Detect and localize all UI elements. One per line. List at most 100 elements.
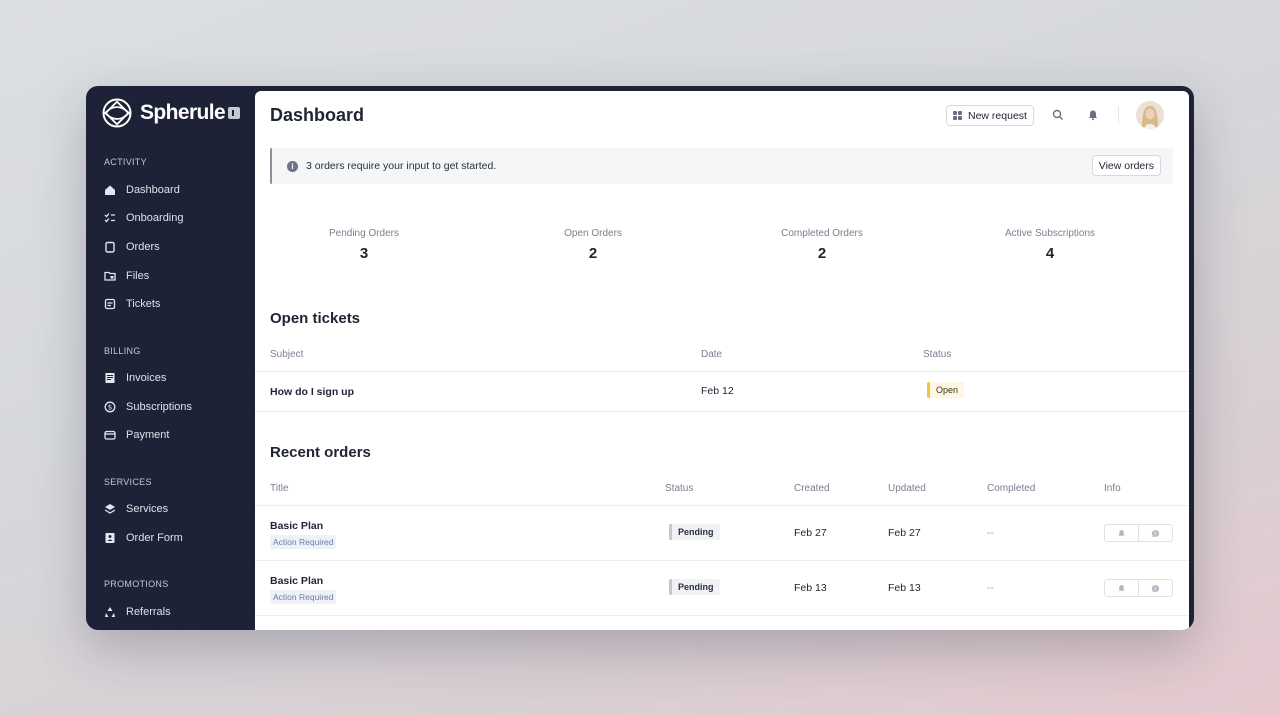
sidebar-section-promotions: PROMOTIONS	[104, 579, 169, 589]
sidebar-item-label: Dashboard	[126, 184, 180, 196]
stat-label: Pending Orders	[328, 228, 400, 239]
grid-icon	[953, 111, 962, 120]
layers-icon	[104, 503, 116, 515]
avatar[interactable]	[1136, 101, 1164, 129]
sidebar-item-label: Order Form	[126, 532, 183, 544]
sidebar-item-label: Payment	[126, 429, 170, 441]
row-divider	[255, 411, 1189, 412]
app-window: Spherule ACTIVITY Dashboard Onboarding O…	[86, 86, 1194, 630]
view-orders-button[interactable]: View orders	[1091, 155, 1161, 176]
recent-orders-title: Recent orders	[270, 444, 371, 461]
new-request-label: New request	[968, 109, 1027, 122]
row-divider	[255, 505, 1189, 506]
order-updated: Feb 13	[888, 582, 921, 594]
sidebar-section-activity: ACTIVITY	[104, 157, 147, 167]
order-completed: --	[987, 582, 994, 594]
stat-pending-orders: Pending Orders 3	[264, 228, 464, 262]
invoice-icon	[104, 372, 116, 384]
info-actions	[1104, 524, 1173, 542]
sidebar-item-subscriptions[interactable]: $ Subscriptions	[104, 397, 192, 417]
status-badge: Pending	[669, 579, 720, 595]
header-divider	[1118, 106, 1119, 123]
action-required-tag: Action Required	[270, 590, 337, 604]
svg-text:$: $	[108, 404, 112, 412]
column-header-completed: Completed	[987, 483, 1036, 494]
action-required-tag: Action Required	[270, 535, 337, 549]
main-content: Dashboard New request i 3 orders require…	[255, 91, 1189, 630]
message-icon[interactable]	[1138, 525, 1172, 541]
order-title[interactable]: Basic Plan	[270, 575, 323, 587]
home-icon	[104, 184, 116, 196]
sidebar-item-onboarding[interactable]: Onboarding	[104, 208, 184, 228]
collapse-sidebar-icon[interactable]	[228, 107, 240, 119]
column-header-status: Status	[923, 349, 952, 360]
sidebar-item-orders[interactable]: Orders	[104, 237, 160, 257]
recycle-icon	[104, 606, 116, 618]
order-completed: --	[987, 527, 994, 539]
order-form-icon	[104, 532, 116, 544]
stat-value: 2	[817, 245, 827, 262]
clipboard-icon	[104, 241, 116, 253]
order-created: Feb 27	[794, 527, 827, 539]
sidebar-item-label: Subscriptions	[126, 401, 193, 413]
sidebar-section-services: SERVICES	[104, 477, 152, 487]
message-icon[interactable]	[1138, 580, 1172, 596]
column-header-status: Status	[665, 483, 694, 494]
notice-banner: i 3 orders require your input to get sta…	[270, 148, 1173, 184]
sidebar-item-label: Onboarding	[126, 212, 184, 224]
brand[interactable]: Spherule	[102, 98, 226, 128]
sidebar-item-label: Orders	[126, 241, 160, 253]
stat-label: Open Orders	[564, 228, 622, 239]
ticket-icon	[104, 298, 116, 310]
bell-icon[interactable]	[1086, 108, 1100, 122]
sidebar-item-referrals[interactable]: Referrals	[104, 602, 171, 622]
search-icon[interactable]	[1051, 108, 1065, 122]
row-divider	[255, 615, 1189, 616]
sidebar-item-tickets[interactable]: Tickets	[104, 294, 160, 314]
subscription-icon: $	[104, 401, 116, 413]
stat-value: 4	[1045, 245, 1055, 262]
info-icon: i	[287, 160, 298, 172]
stat-active-subscriptions: Active Subscriptions 4	[950, 228, 1150, 262]
stat-open-orders: Open Orders 2	[493, 228, 693, 262]
sidebar-item-payment[interactable]: Payment	[104, 425, 169, 445]
info-actions	[1104, 579, 1173, 597]
ticket-date: Feb 12	[701, 385, 734, 397]
notification-bell-icon[interactable]	[1105, 525, 1138, 541]
order-updated: Feb 27	[888, 527, 921, 539]
sidebar-item-label: Tickets	[126, 298, 161, 310]
column-header-updated: Updated	[888, 483, 926, 494]
sidebar-item-dashboard[interactable]: Dashboard	[104, 180, 180, 200]
order-title[interactable]: Basic Plan	[270, 520, 323, 532]
new-request-button[interactable]: New request	[946, 105, 1034, 126]
column-header-date: Date	[701, 349, 723, 360]
row-divider	[255, 371, 1189, 372]
notice-text: 3 orders require your input to get start…	[306, 160, 497, 172]
row-divider	[255, 560, 1189, 561]
folder-icon	[104, 270, 116, 282]
column-header-title: Title	[270, 483, 289, 494]
notification-bell-icon[interactable]	[1105, 580, 1138, 596]
stat-label: Active Subscriptions	[1004, 228, 1096, 239]
ticket-subject[interactable]: How do I sign up	[270, 386, 354, 398]
sidebar-item-invoices[interactable]: Invoices	[104, 368, 166, 388]
column-header-subject: Subject	[270, 349, 304, 360]
stat-value: 2	[588, 245, 598, 262]
brand-name: Spherule	[140, 101, 226, 124]
column-header-created: Created	[794, 483, 830, 494]
sidebar-item-label: Invoices	[126, 372, 167, 384]
sidebar-item-services[interactable]: Services	[104, 499, 168, 519]
sidebar-item-order-form[interactable]: Order Form	[104, 528, 183, 548]
open-tickets-title: Open tickets	[270, 310, 361, 327]
credit-card-icon	[104, 429, 116, 441]
stat-label: Completed Orders	[781, 228, 863, 239]
checklist-icon	[104, 212, 116, 224]
sidebar-item-files[interactable]: Files	[104, 266, 149, 286]
status-badge: Pending	[669, 524, 720, 540]
spherule-logo-icon	[102, 98, 132, 128]
sidebar-section-billing: BILLING	[104, 346, 141, 356]
status-badge: Open	[927, 382, 965, 398]
page-title: Dashboard	[270, 105, 365, 125]
sidebar: Spherule ACTIVITY Dashboard Onboarding O…	[86, 86, 255, 630]
column-header-info: Info	[1104, 483, 1121, 494]
